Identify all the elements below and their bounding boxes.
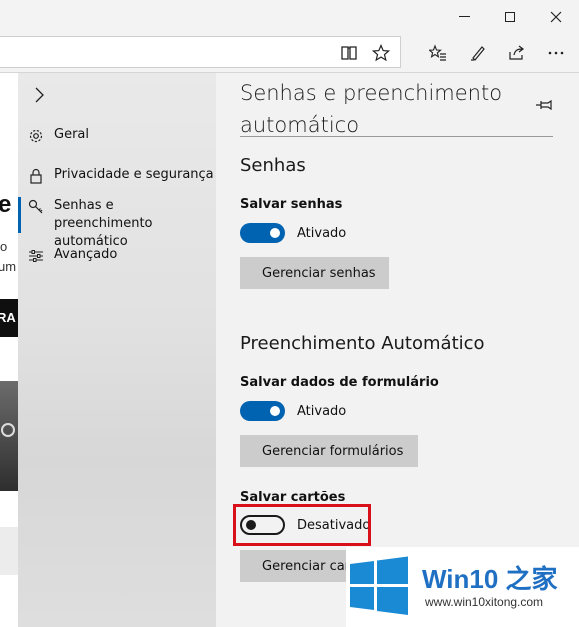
title-bar [0, 0, 579, 33]
share-button[interactable] [504, 40, 530, 66]
page-text-fragment: e [0, 191, 12, 218]
favorites-hub-button[interactable] [425, 40, 451, 66]
page-block [0, 527, 18, 575]
pin-icon [536, 99, 552, 111]
page-text-fragment: um [0, 259, 17, 274]
browser-toolbar [0, 33, 579, 73]
nav-item-label: Geral [54, 127, 89, 142]
page-banner: RA [0, 299, 18, 337]
save-form-data-toggle[interactable] [240, 401, 285, 421]
close-button[interactable] [533, 0, 579, 33]
nav-item-senhas[interactable]: Senhas e preenchimento automático [18, 197, 216, 251]
toggle-knob [270, 228, 280, 238]
watermark: Win10 之家 www.win10xitong.com [346, 547, 579, 627]
heading-divider [240, 136, 553, 137]
settings-nav-panel: Geral Privacidade e segurança Senhas e p… [18, 73, 216, 627]
section-title-senhas: Senhas [240, 155, 306, 176]
manage-forms-button[interactable]: Gerenciar formulários [240, 435, 418, 467]
pen-icon [471, 46, 485, 61]
sliders-icon [18, 246, 54, 264]
section-title-autofill: Preenchimento Automático [240, 333, 485, 354]
nav-item-geral[interactable]: Geral [18, 126, 216, 144]
save-form-data-label: Salvar dados de formulário [240, 375, 439, 390]
save-form-data-state: Ativado [297, 404, 347, 419]
reading-view-button[interactable] [336, 40, 362, 66]
maximize-button[interactable] [487, 0, 533, 33]
share-icon [509, 45, 524, 60]
save-passwords-toggle[interactable] [240, 223, 285, 243]
settings-content: Senhas e preenchimento automático Senhas… [216, 73, 579, 627]
nav-item-label: Privacidade e segurança [54, 167, 214, 182]
manage-passwords-button[interactable]: Gerenciar senhas [240, 257, 389, 289]
nav-item-label: Senhas e preenchimento automático [54, 198, 153, 249]
watermark-brand: Win10 之家 [422, 564, 558, 594]
close-icon [550, 11, 562, 22]
pin-button[interactable] [534, 95, 554, 115]
gear-icon [18, 126, 54, 144]
favorites-list-icon [429, 44, 446, 61]
nav-item-label: Avançado [54, 247, 118, 262]
page-banner-text: RA [0, 310, 16, 325]
maximize-icon [505, 11, 515, 22]
more-button[interactable] [543, 40, 569, 66]
webpage-behind: e o um RA [0, 73, 18, 627]
windows-logo-icon [350, 556, 408, 615]
save-passwords-label: Salvar senhas [240, 197, 343, 212]
collapse-chevron-button[interactable] [29, 85, 49, 105]
page-text-fragment: o [0, 239, 8, 254]
more-icon [548, 51, 564, 55]
web-note-button[interactable] [465, 40, 491, 66]
minimize-icon [458, 16, 470, 17]
nav-item-privacidade[interactable]: Privacidade e segurança [18, 166, 216, 184]
lock-icon [18, 166, 54, 184]
page-title: Senhas e preenchimento automático [240, 81, 503, 137]
favorite-star-button[interactable] [368, 40, 394, 66]
toggle-knob [270, 406, 280, 416]
active-indicator [18, 197, 21, 233]
xbox-logo-icon [1, 423, 15, 437]
key-icon [18, 197, 54, 215]
save-passwords-state: Ativado [297, 226, 347, 241]
book-icon [341, 46, 357, 60]
nav-item-avancado[interactable]: Avançado [18, 246, 216, 264]
star-icon [372, 44, 390, 62]
save-cards-label: Salvar cartões [240, 490, 346, 505]
minimize-button[interactable] [441, 0, 487, 33]
highlight-annotation [233, 504, 371, 546]
watermark-url: www.win10xitong.com [425, 595, 544, 609]
chevron-right-icon [35, 87, 44, 103]
